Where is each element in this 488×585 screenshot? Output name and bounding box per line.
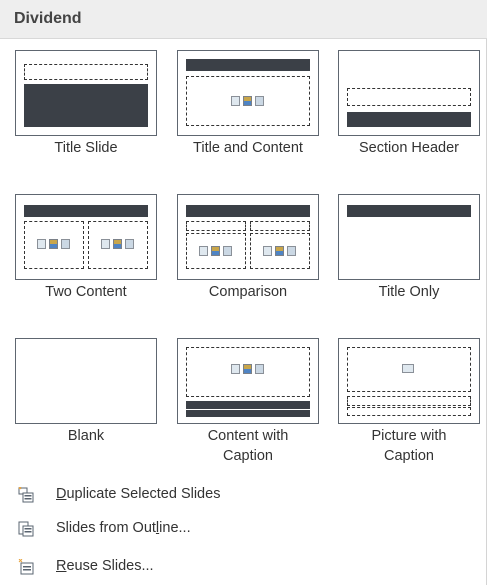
content-placeholder-icon: [37, 237, 71, 251]
theme-name: Dividend: [14, 10, 82, 27]
layout-label: Comparison: [208, 284, 288, 300]
reuse-slides-command[interactable]: Reuse Slides...: [0, 553, 487, 581]
content-placeholder-icon: [199, 244, 233, 258]
content-placeholder-icon: [101, 237, 135, 251]
layout-thumbnail: [177, 194, 319, 280]
gallery-header: Dividend: [0, 0, 487, 39]
duplicate-selected-slides-command[interactable]: Duplicate Selected Slides: [0, 481, 487, 509]
layout-thumbnail: [338, 194, 480, 280]
layout-thumbnail: [338, 50, 480, 136]
layout-label: Section Header: [359, 140, 459, 156]
content-placeholder-icon: [263, 244, 297, 258]
layout-label: Title and Content: [193, 140, 303, 156]
layout-label: Two Content: [45, 284, 127, 300]
picture-placeholder-icon: [402, 364, 414, 373]
duplicate-selected-slides-label: Duplicate Selected Slides: [56, 486, 221, 502]
layout-thumbnail: [177, 338, 319, 424]
layout-label: Title Only: [378, 284, 440, 300]
duplicate-slides-icon: [18, 487, 34, 503]
slides-from-outline-label: Slides from Outline...: [56, 520, 191, 536]
reuse-slides-icon: [18, 559, 34, 575]
layout-thumbnail: [15, 194, 157, 280]
layout-label: Blank: [67, 428, 105, 444]
new-slide-layout-gallery: Dividend Title Slide Title and Content S…: [0, 0, 487, 585]
layout-thumbnail: [15, 338, 157, 424]
layout-thumbnail: [15, 50, 157, 136]
slides-from-outline-icon: [18, 521, 34, 537]
content-placeholder-icon: [231, 94, 265, 108]
slides-from-outline-command[interactable]: Slides from Outline...: [0, 515, 487, 543]
layout-thumbnail: [177, 50, 319, 136]
reuse-slides-label: Reuse Slides...: [56, 558, 154, 574]
layout-label: Picture with Caption: [371, 428, 447, 464]
layout-thumbnail: [338, 338, 480, 424]
content-placeholder-icon: [231, 362, 265, 376]
layout-label: Content with Caption: [207, 428, 289, 464]
layout-label: Title Slide: [54, 140, 118, 156]
